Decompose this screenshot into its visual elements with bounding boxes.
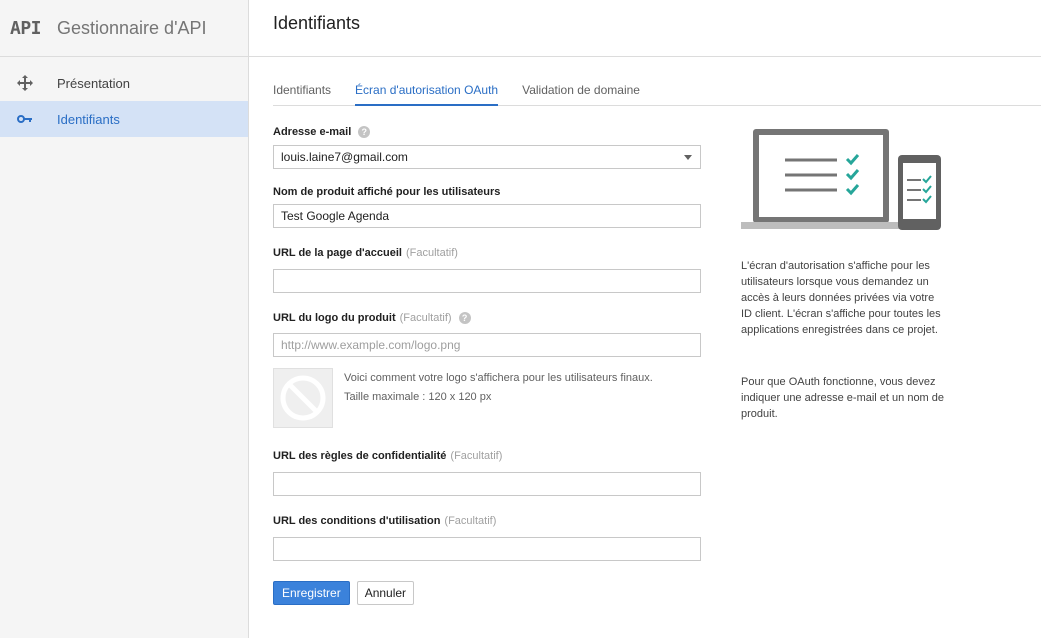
tab-identifiants[interactable]: Identifiants <box>273 72 331 106</box>
sidebar-item-identifiants[interactable]: Identifiants <box>0 101 248 137</box>
form-actions: Enregistrer Annuler <box>273 581 701 605</box>
email-select-value: louis.laine7@gmail.com <box>281 150 408 164</box>
privacy-url-field[interactable] <box>273 472 701 496</box>
optional-hint: (Facultatif) <box>405 247 458 259</box>
chevron-down-icon <box>684 155 692 160</box>
product-name-field[interactable]: Test Google Agenda <box>273 204 701 228</box>
logo-preview-text: Voici comment votre logo s'affichera pou… <box>344 368 653 428</box>
logo-url-placeholder: http://www.example.com/logo.png <box>281 338 461 352</box>
optional-hint: (Facultatif) <box>444 515 497 527</box>
oauth-requirement-paragraph: Pour que OAuth fonctionne, vous devez in… <box>741 376 945 420</box>
terms-url-label: URL des conditions d'utilisation (Facult… <box>273 514 701 528</box>
homepage-url-label-text: URL de la page d'accueil <box>273 247 402 259</box>
logo-preview: Voici comment votre logo s'affichera pou… <box>273 368 701 428</box>
tab-bar: Identifiants Écran d'autorisation OAuth … <box>273 72 1041 106</box>
product-name-label: Nom de produit affiché pour les utilisat… <box>273 185 701 199</box>
privacy-url-label: URL des règles de confidentialité (Facul… <box>273 449 701 463</box>
logo-placeholder-image <box>273 368 333 428</box>
terms-url-field[interactable] <box>273 537 701 561</box>
logo-url-field[interactable]: http://www.example.com/logo.png <box>273 333 701 357</box>
email-label: Adresse e-mail ? <box>273 125 701 139</box>
terms-url-label-text: URL des conditions d'utilisation <box>273 515 441 527</box>
privacy-url-label-text: URL des règles de confidentialité <box>273 450 447 462</box>
logo-url-label: URL du logo du produit (Facultatif) ? <box>273 311 701 325</box>
consent-illustration <box>741 128 941 237</box>
app-title[interactable]: Gestionnaire d'API <box>57 18 207 39</box>
page-title: Identifiants <box>273 13 361 33</box>
consent-info-paragraph: L'écran d'autorisation s'affiche pour le… <box>741 260 941 336</box>
tab-domain-verification[interactable]: Validation de domaine <box>522 72 640 106</box>
email-select[interactable]: louis.laine7@gmail.com <box>273 145 701 169</box>
sidebar-item-presentation[interactable]: Présentation <box>0 65 248 101</box>
homepage-url-field[interactable] <box>273 269 701 293</box>
devices-checklist-icon <box>741 129 941 230</box>
product-name-label-text: Nom de produit affiché pour les utilisat… <box>273 186 501 198</box>
move-icon <box>0 75 57 91</box>
api-logo[interactable]: API <box>10 18 57 39</box>
logo-url-label-text: URL du logo du produit <box>273 312 396 324</box>
help-icon[interactable]: ? <box>458 312 471 324</box>
oauth-consent-form: Adresse e-mail ? louis.laine7@gmail.com … <box>273 125 701 605</box>
save-button[interactable]: Enregistrer <box>273 581 350 605</box>
key-icon <box>0 114 57 124</box>
homepage-url-label: URL de la page d'accueil (Facultatif) <box>273 246 701 260</box>
sidebar-item-label: Présentation <box>57 75 130 91</box>
sidebar: API Gestionnaire d'API Présentation Iden… <box>0 0 249 638</box>
cancel-button[interactable]: Annuler <box>356 581 415 605</box>
help-icon[interactable]: ? <box>358 126 371 138</box>
optional-hint: (Facultatif) <box>450 450 503 462</box>
tab-oauth-consent[interactable]: Écran d'autorisation OAuth <box>355 72 499 106</box>
optional-hint: (Facultatif) <box>399 312 452 324</box>
logo-preview-line1: Voici comment votre logo s'affichera pou… <box>344 372 653 384</box>
product-name-value: Test Google Agenda <box>281 209 390 223</box>
logo-preview-line2: Taille maximale : 120 x 120 px <box>344 391 492 403</box>
sidebar-nav: Présentation Identifiants <box>0 57 248 137</box>
page-header: Identifiants <box>249 0 1041 57</box>
sidebar-item-label: Identifiants <box>57 111 120 127</box>
brand: API Gestionnaire d'API <box>0 0 248 57</box>
email-label-text: Adresse e-mail <box>273 126 352 138</box>
no-image-icon <box>280 375 326 421</box>
